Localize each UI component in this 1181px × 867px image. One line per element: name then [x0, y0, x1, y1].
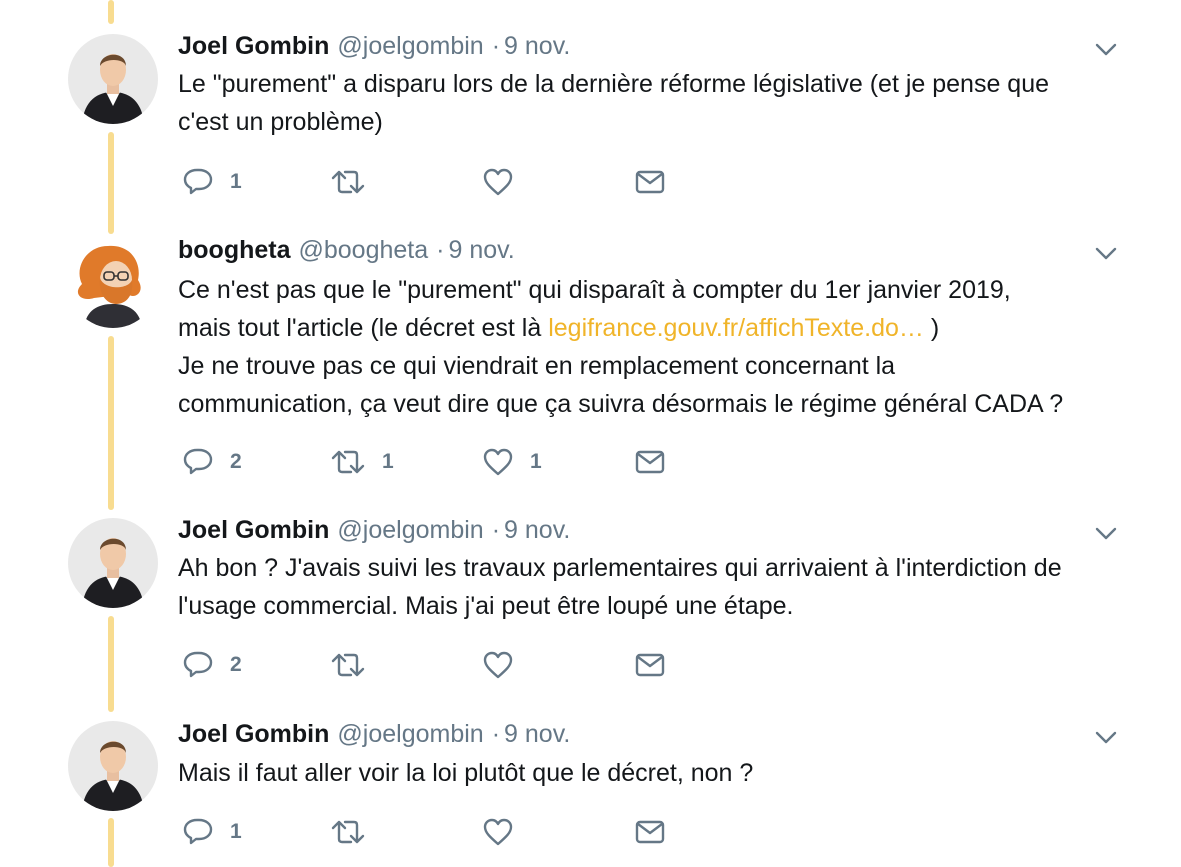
joel-avatar-icon: [68, 518, 158, 608]
heart-icon: [483, 651, 513, 679]
retweet-button[interactable]: [330, 648, 382, 682]
envelope-icon: [635, 450, 665, 474]
author-handle[interactable]: @joelgombin: [337, 720, 483, 748]
direct-message-button[interactable]: [634, 648, 666, 682]
author-name[interactable]: boogheta: [178, 236, 291, 264]
chevron-down-icon[interactable]: [1093, 520, 1119, 546]
tweet-time[interactable]: 9 nov.: [504, 516, 570, 544]
joel-avatar-icon: [68, 34, 158, 124]
avatar[interactable]: [68, 518, 158, 608]
separator-dot: ·: [491, 516, 501, 544]
author-name[interactable]: Joel Gombin: [178, 720, 329, 748]
tweet-text: Mais il faut aller voir la loi plutôt qu…: [178, 754, 1138, 792]
tweet-text-line: c'est un problème): [178, 108, 383, 136]
reply-count: 1: [230, 170, 242, 193]
reply-icon: [183, 818, 213, 845]
reply-icon: [183, 651, 213, 678]
tweet[interactable]: boogheta @boogheta · 9 nov. Ce n'est pas qu…: [0, 220, 1181, 500]
tweet-text-line: mais tout l'article (le décret est là le…: [178, 309, 1138, 347]
author-handle[interactable]: @boogheta: [299, 236, 429, 264]
retweet-button[interactable]: 1: [330, 445, 394, 479]
tweet-text-line: Mais il faut aller voir la loi plutôt qu…: [178, 759, 754, 787]
retweet-count: 1: [382, 450, 394, 473]
tweet-text: Ah bon ? J'avais suivi les travaux parle…: [178, 549, 1138, 625]
like-count: 1: [530, 450, 542, 473]
like-button[interactable]: [482, 815, 530, 849]
like-button[interactable]: [482, 165, 530, 199]
tweet-text: Le "purement" a disparu lors de la derni…: [178, 65, 1138, 141]
heart-icon: [483, 168, 513, 196]
chevron-down-icon[interactable]: [1093, 724, 1119, 750]
reply-button[interactable]: 2: [182, 445, 242, 479]
tweet-header: Joel Gombin @joelgombin · 9 nov.: [178, 29, 570, 63]
reply-count: 1: [230, 820, 242, 843]
chevron-down-icon[interactable]: [1093, 240, 1119, 266]
author-handle[interactable]: @joelgombin: [337, 32, 483, 60]
retweet-icon: [331, 820, 365, 844]
author-name[interactable]: Joel Gombin: [178, 32, 329, 60]
tweet-header: Joel Gombin @joelgombin · 9 nov.: [178, 717, 570, 751]
reply-icon: [183, 168, 213, 195]
author-handle[interactable]: @joelgombin: [337, 516, 483, 544]
reply-count: 2: [230, 653, 242, 676]
retweet-icon: [331, 450, 365, 474]
avatar[interactable]: [68, 238, 158, 328]
tweet-header: Joel Gombin @joelgombin · 9 nov.: [178, 513, 570, 547]
retweet-icon: [331, 653, 365, 677]
tweet[interactable]: Joel Gombin @joelgombin · 9 nov. Ah bon ? J…: [0, 500, 1181, 705]
reply-button[interactable]: 2: [182, 648, 242, 682]
direct-message-button[interactable]: [634, 445, 666, 479]
envelope-icon: [635, 170, 665, 194]
reply-button[interactable]: 1: [182, 165, 242, 199]
heart-icon: [483, 818, 513, 846]
tweet-text-line: Le "purement" a disparu lors de la derni…: [178, 70, 1050, 98]
retweet-button[interactable]: [330, 165, 382, 199]
tweet-text-line: Ah bon ? J'avais suivi les travaux parle…: [178, 554, 1062, 582]
tweet-text-segment: ): [923, 314, 940, 342]
tweet-text-line: Ce n'est pas que le "purement" qui dispa…: [178, 276, 1011, 304]
direct-message-button[interactable]: [634, 165, 666, 199]
tweet-time[interactable]: 9 nov.: [504, 720, 570, 748]
separator-dot: ·: [491, 720, 501, 748]
heart-icon: [483, 448, 513, 476]
tweet-text-segment: mais tout l'article (le décret est là: [178, 314, 549, 342]
retweet-button[interactable]: [330, 815, 382, 849]
reply-icon: [183, 448, 213, 475]
tweet-time[interactable]: 9 nov.: [448, 236, 514, 264]
avatar[interactable]: [68, 34, 158, 124]
retweet-icon: [331, 170, 365, 194]
envelope-icon: [635, 653, 665, 677]
boogheta-avatar-icon: [68, 238, 158, 328]
tweet-header: boogheta @boogheta · 9 nov.: [178, 233, 515, 267]
tweet[interactable]: Joel Gombin @joelgombin · 9 nov. Mais il fa…: [0, 705, 1181, 867]
avatar[interactable]: [68, 721, 158, 811]
tweet-text: Ce n'est pas que le "purement" qui dispa…: [178, 271, 1138, 423]
tweet-time[interactable]: 9 nov.: [504, 32, 570, 60]
tweet[interactable]: Joel Gombin @joelgombin · 9 nov. Le "pureme…: [0, 0, 1181, 220]
reply-count: 2: [230, 450, 242, 473]
chevron-down-icon[interactable]: [1093, 36, 1119, 62]
tweet-link[interactable]: legifrance.gouv.fr/affichTexte.do…: [548, 314, 924, 342]
like-button[interactable]: [482, 648, 530, 682]
envelope-icon: [635, 820, 665, 844]
joel-avatar-icon: [68, 721, 158, 811]
tweet-text-line: Je ne trouve pas ce qui viendrait en rem…: [178, 352, 896, 380]
tweet-text-line: l'usage commercial. Mais j'ai peut être …: [178, 592, 794, 620]
direct-message-button[interactable]: [634, 815, 666, 849]
separator-dot: ·: [436, 236, 445, 264]
tweet-text-line: communication, ça veut dire que ça suivr…: [178, 390, 1064, 418]
author-name[interactable]: Joel Gombin: [178, 516, 329, 544]
like-button[interactable]: 1: [482, 445, 542, 479]
separator-dot: ·: [491, 32, 501, 60]
reply-button[interactable]: 1: [182, 815, 242, 849]
